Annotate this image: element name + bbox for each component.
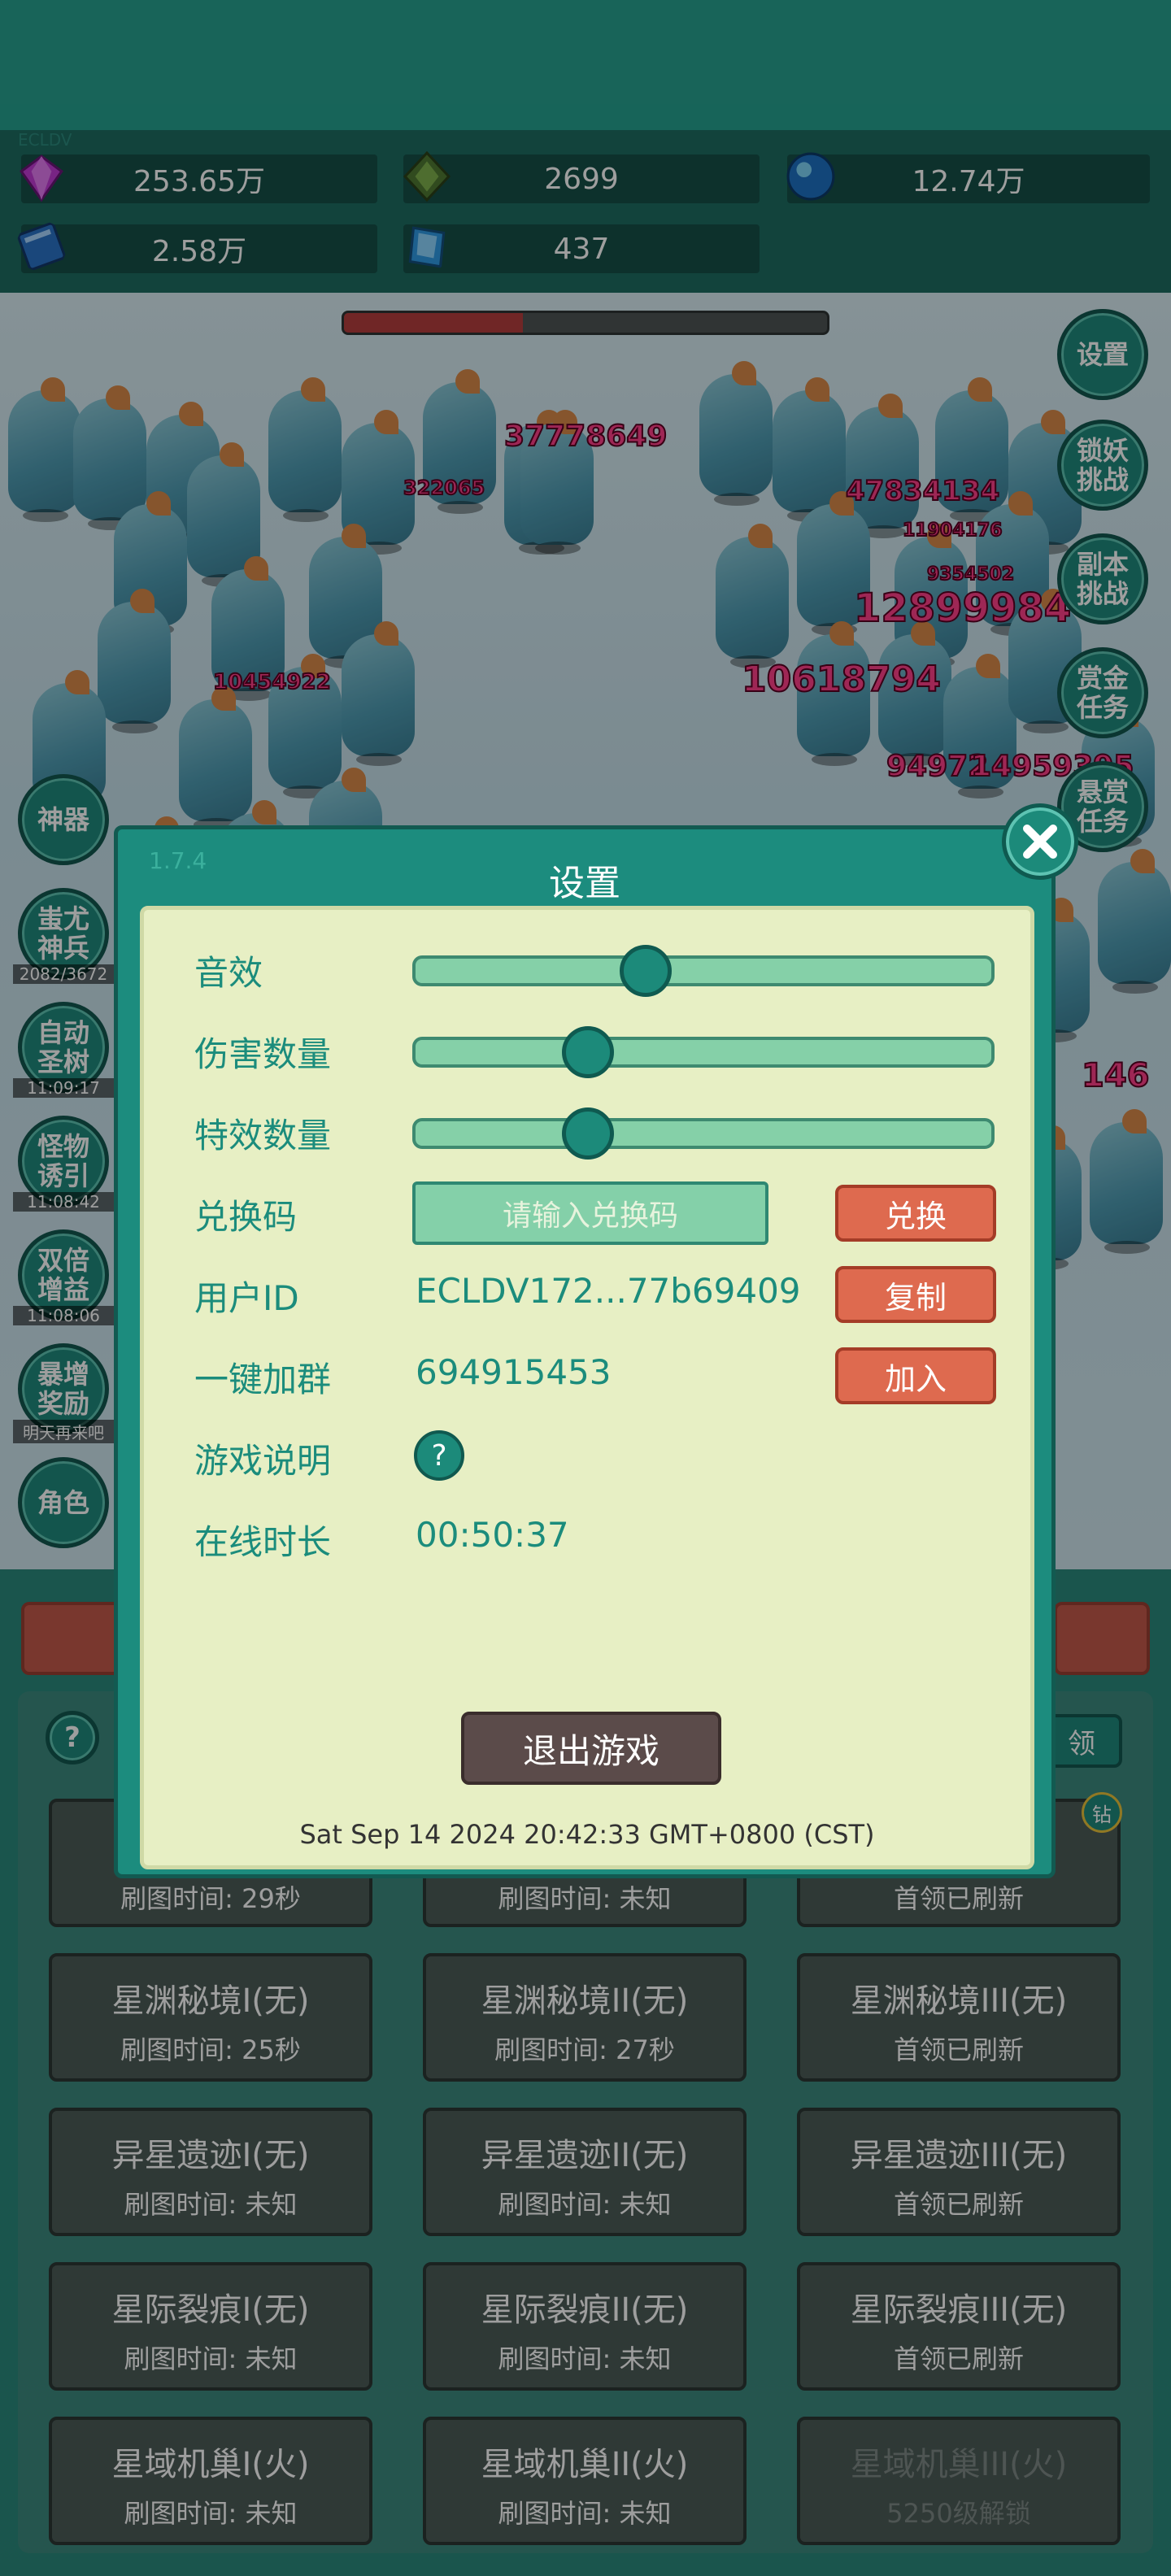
settings-content: 音效 伤害数量 特效数量 兑换码 请输入兑换码 兑换 用户ID ECLDV172… <box>140 906 1034 1869</box>
redeem-label: 兑换码 <box>194 1197 298 1237</box>
redeem-button[interactable]: 兑换 <box>835 1185 996 1242</box>
button-label: 退出游戏 <box>522 1730 660 1771</box>
online-time-label: 在线时长 <box>194 1522 332 1562</box>
redeem-placeholder: 请输入兑换码 <box>502 1199 678 1233</box>
group-label: 一键加群 <box>194 1360 332 1399</box>
button-label: 复制 <box>884 1279 947 1316</box>
damage-count-label: 伤害数量 <box>194 1034 332 1074</box>
join-group-button[interactable]: 加入 <box>835 1347 996 1404</box>
button-label: 兑换 <box>884 1198 947 1234</box>
damage-count-slider[interactable] <box>412 1026 995 1078</box>
redeem-code-input[interactable]: 请输入兑换码 <box>412 1181 768 1245</box>
online-time-value: 00:50:37 <box>416 1515 569 1555</box>
datetime-label: Sat Sep 14 2024 20:42:33 GMT+0800 (CST) <box>299 1819 875 1850</box>
close-dialog-button[interactable] <box>1002 803 1078 880</box>
slider-knob[interactable] <box>562 1107 615 1160</box>
user-id-label: 用户ID <box>194 1278 299 1318</box>
button-label: 加入 <box>884 1360 947 1397</box>
group-number: 694915453 <box>416 1352 612 1392</box>
dialog-title: 设置 <box>549 863 620 904</box>
copy-button[interactable]: 复制 <box>835 1266 996 1323</box>
sound-slider[interactable] <box>412 945 995 997</box>
help-icon[interactable]: ? <box>414 1430 464 1481</box>
settings-dialog: 1.7.4 设置 音效 伤害数量 特效数量 兑换码 请输入兑换码 兑换 用户ID… <box>114 825 1056 1878</box>
game-guide-label: 游戏说明 <box>194 1441 332 1481</box>
effects-count-label: 特效数量 <box>194 1116 332 1155</box>
slider-knob[interactable] <box>620 945 673 997</box>
slider-knob[interactable] <box>562 1026 615 1078</box>
effects-count-slider[interactable] <box>412 1107 995 1160</box>
exit-game-button[interactable]: 退出游戏 <box>461 1712 721 1785</box>
help-glyph: ? <box>431 1438 447 1473</box>
close-icon <box>1023 825 1057 859</box>
user-id-value: ECLDV172...77b69409 <box>416 1271 801 1311</box>
sound-label: 音效 <box>194 953 263 993</box>
